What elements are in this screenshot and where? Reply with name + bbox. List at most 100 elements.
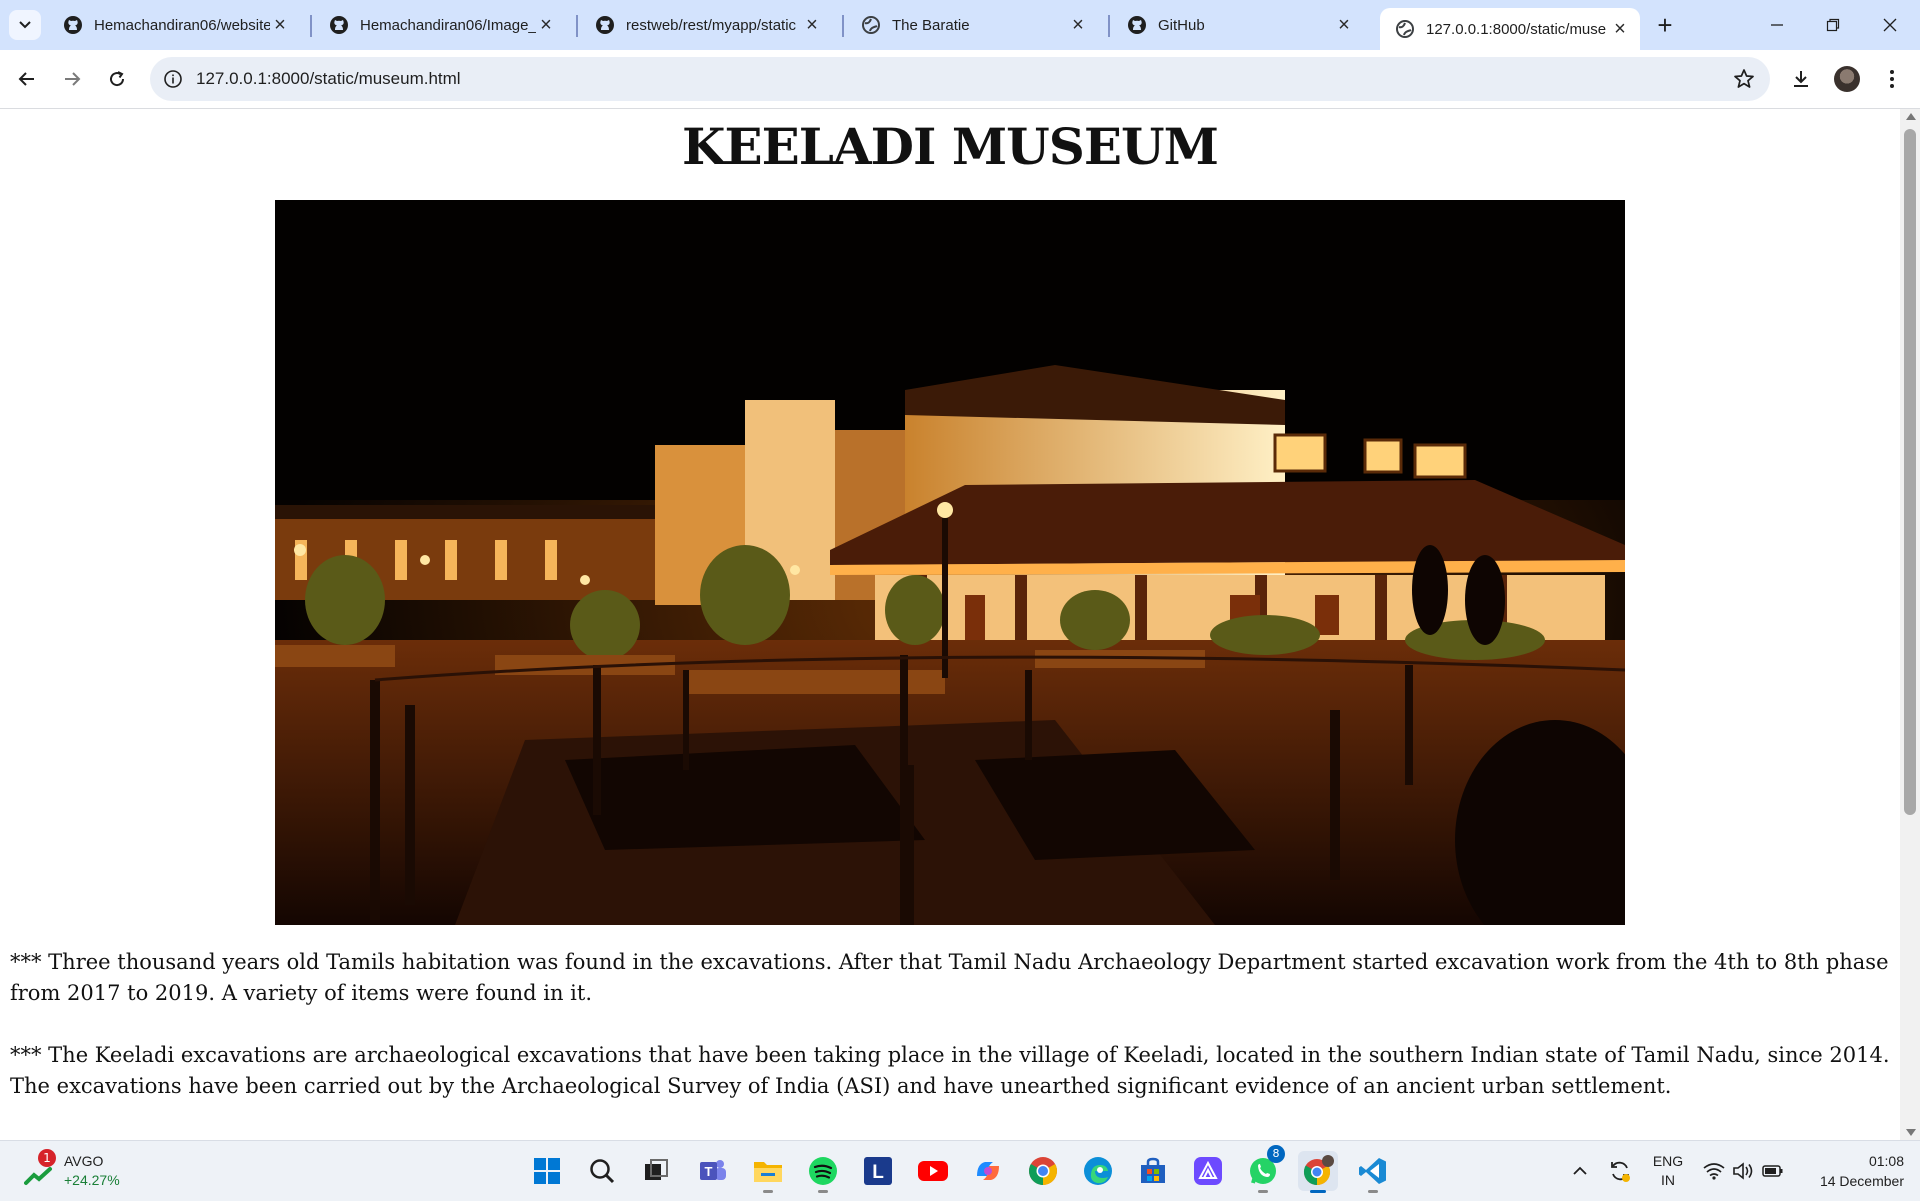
running-indicator	[1368, 1190, 1378, 1193]
proton-button[interactable]	[1188, 1151, 1228, 1191]
search-icon	[590, 1159, 615, 1184]
chevron-up-icon	[1573, 1166, 1587, 1175]
wifi-icon	[1703, 1163, 1725, 1180]
running-indicator	[818, 1190, 828, 1193]
minimize-button[interactable]	[1757, 8, 1797, 42]
chrome-button[interactable]	[1023, 1151, 1063, 1191]
proton-icon	[1194, 1157, 1222, 1185]
whatsapp-button[interactable]: 8	[1243, 1145, 1285, 1193]
page-title: KEELADI MUSEUM	[682, 117, 1219, 176]
restore-button[interactable]	[1813, 8, 1853, 42]
scrollbar-thumb[interactable]	[1904, 129, 1916, 815]
clock-time: 01:08	[1868, 1153, 1904, 1169]
close-window-button[interactable]	[1870, 8, 1910, 42]
volume-button[interactable]	[1730, 1155, 1756, 1187]
description-paragraph: *** The Keeladi excavations are archaeol…	[10, 1043, 1890, 1098]
tab-2[interactable]: Hemachandiran06/Image_ ×	[314, 8, 566, 42]
tab-6-active[interactable]: 127.0.0.1:8000/static/muse ×	[1380, 8, 1640, 50]
tab-1[interactable]: Hemachandiran06/website ×	[48, 8, 300, 42]
more-vertical-icon	[1890, 70, 1894, 88]
url-text[interactable]: 127.0.0.1:8000/static/museum.html	[196, 69, 461, 89]
teams-button[interactable]: T	[693, 1151, 733, 1191]
edge-button[interactable]	[1078, 1151, 1118, 1191]
download-icon	[1794, 71, 1808, 87]
intro-paragraph: *** Three thousand years old Tamils habi…	[10, 950, 1889, 1005]
tab-3[interactable]: restweb/rest/myapp/static ×	[580, 8, 832, 42]
globe-icon	[860, 14, 882, 36]
new-tab-button[interactable]: +	[1650, 10, 1680, 40]
show-hidden-icons-button[interactable]	[1569, 1155, 1591, 1187]
github-icon	[1126, 14, 1148, 36]
l-app-button[interactable]: L	[858, 1151, 898, 1191]
stock-chart-icon	[24, 1167, 52, 1185]
start-button[interactable]	[527, 1151, 567, 1191]
arrow-left-icon	[18, 72, 34, 86]
back-button[interactable]	[10, 62, 44, 96]
wifi-button[interactable]	[1701, 1155, 1727, 1187]
browser-toolbar: 127.0.0.1:8000/static/museum.html	[0, 50, 1920, 109]
chrome-profile-button[interactable]	[1298, 1151, 1338, 1193]
tab-title: GitHub	[1158, 16, 1205, 34]
notification-badge: 1	[38, 1149, 56, 1167]
speaker-icon	[1733, 1162, 1753, 1180]
running-indicator	[763, 1190, 773, 1193]
close-tab-icon[interactable]: ×	[1068, 14, 1088, 36]
github-icon	[594, 14, 616, 36]
spotify-button[interactable]	[803, 1151, 843, 1193]
downloads-button[interactable]	[1785, 63, 1817, 95]
close-tab-icon[interactable]: ×	[802, 14, 822, 36]
tab-title: 127.0.0.1:8000/static/muse	[1426, 20, 1607, 38]
forward-button[interactable]	[55, 62, 89, 96]
tab-4[interactable]: The Baratie ×	[846, 8, 1098, 42]
close-icon	[1883, 18, 1897, 32]
profile-button[interactable]	[1831, 63, 1863, 95]
battery-button[interactable]	[1760, 1155, 1786, 1187]
tab-strip: Hemachandiran06/website × Hemachandiran0…	[0, 0, 1920, 50]
task-view-button[interactable]	[636, 1151, 676, 1191]
copilot-icon	[977, 1162, 999, 1180]
region-code: IN	[1661, 1172, 1675, 1188]
stock-ticker: AVGO	[64, 1153, 104, 1169]
close-tab-icon[interactable]: ×	[1610, 18, 1630, 40]
scroll-down-arrow-icon[interactable]	[1906, 1129, 1916, 1136]
museum-night-photo	[275, 200, 1625, 925]
file-explorer-button[interactable]	[748, 1151, 788, 1193]
page-scrollbar[interactable]	[1900, 109, 1920, 1140]
tab-title: restweb/rest/myapp/static	[626, 16, 797, 34]
youtube-button[interactable]	[913, 1151, 953, 1191]
store-button[interactable]	[1133, 1151, 1173, 1191]
copilot-button[interactable]	[968, 1151, 1008, 1191]
battery-icon	[1762, 1165, 1783, 1177]
tab-search-button[interactable]	[9, 10, 41, 40]
edge-icon	[1084, 1157, 1112, 1185]
language-code: ENG	[1652, 1153, 1684, 1169]
close-tab-icon[interactable]: ×	[536, 14, 556, 36]
address-bar[interactable]: 127.0.0.1:8000/static/museum.html	[150, 57, 1770, 101]
windows-taskbar: 1 AVGO +24.27% T L 8 ENG IN 01:08 14 Dec…	[0, 1140, 1920, 1201]
site-info-icon[interactable]	[162, 68, 184, 90]
minimize-icon	[1771, 24, 1783, 26]
search-button[interactable]	[582, 1151, 622, 1191]
language-indicator[interactable]: ENG IN	[1650, 1152, 1686, 1190]
bookmark-star-icon[interactable]	[1732, 67, 1756, 91]
browser-menu-button[interactable]	[1876, 63, 1908, 95]
tab-5[interactable]: GitHub ×	[1112, 8, 1364, 42]
close-tab-icon[interactable]: ×	[1334, 14, 1354, 36]
github-icon	[328, 14, 350, 36]
scroll-up-arrow-icon[interactable]	[1906, 113, 1916, 120]
stock-widget[interactable]: 1 AVGO +24.27%	[22, 1149, 132, 1193]
avatar	[1834, 66, 1860, 92]
vscode-button[interactable]	[1353, 1151, 1393, 1193]
tab-title: Hemachandiran06/website	[94, 16, 270, 34]
web-page: KEELADI MUSEUM *** Three thousand years …	[0, 109, 1900, 1140]
close-tab-icon[interactable]: ×	[270, 14, 290, 36]
teams-icon: T	[700, 1160, 726, 1180]
clock[interactable]: 01:08 14 December	[1796, 1151, 1904, 1191]
sync-tray-button[interactable]	[1605, 1155, 1635, 1187]
whatsapp-badge: 8	[1267, 1145, 1285, 1163]
reload-button[interactable]	[100, 62, 134, 96]
active-indicator	[1310, 1190, 1326, 1193]
youtube-icon	[918, 1161, 948, 1181]
svg-text:L: L	[872, 1162, 884, 1183]
tab-title: Hemachandiran06/Image_	[360, 16, 536, 34]
